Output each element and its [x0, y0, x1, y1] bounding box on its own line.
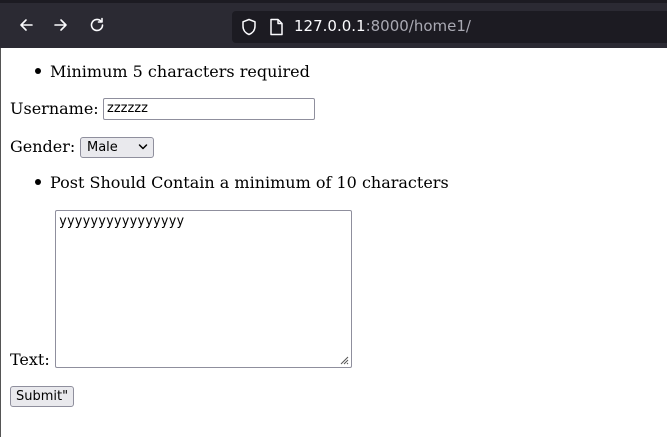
username-hint: Minimum 5 characters required: [35, 62, 310, 81]
username-value: zzzzzz: [107, 101, 148, 116]
gender-select[interactable]: Male: [80, 137, 154, 158]
forward-arrow-icon: [54, 19, 67, 31]
gender-label: Gender:: [10, 137, 76, 156]
username-hint-text: Minimum 5 characters required: [50, 62, 310, 81]
text-label: Text:: [10, 350, 50, 369]
shield-icon[interactable]: [240, 18, 258, 36]
post-textarea[interactable]: yyyyyyyyyyyyyyyy: [55, 210, 352, 368]
back-arrow-icon: [20, 19, 33, 31]
gender-selected-value: Male: [87, 140, 118, 155]
url-host: 127.0.0.1: [294, 17, 366, 35]
username-label: Username:: [10, 99, 99, 118]
bullet-icon: [35, 67, 41, 74]
submit-button[interactable]: Submit": [10, 386, 75, 407]
browser-toolbar: 127.0.0.1:8000/home1/: [0, 0, 667, 48]
address-bar[interactable]: 127.0.0.1:8000/home1/: [232, 11, 667, 43]
post-hint: Post Should Contain a minimum of 10 char…: [35, 173, 449, 192]
page-icon[interactable]: [268, 18, 284, 36]
url-text[interactable]: 127.0.0.1:8000/home1/: [294, 17, 471, 35]
post-text-value: yyyyyyyyyyyyyyyy: [59, 214, 185, 229]
bullet-icon: [35, 178, 41, 185]
reload-icon: [90, 17, 104, 32]
back-button[interactable]: [12, 11, 40, 39]
reload-button[interactable]: [83, 11, 111, 39]
post-hint-text: Post Should Contain a minimum of 10 char…: [50, 173, 449, 192]
url-path: :8000/home1/: [365, 17, 471, 35]
chevron-down-icon: [138, 144, 148, 150]
username-input[interactable]: zzzzzz: [103, 98, 315, 120]
forward-button[interactable]: [47, 11, 75, 39]
resize-grip-icon[interactable]: [340, 356, 349, 365]
page-content: Minimum 5 characters required Username: …: [0, 48, 667, 437]
